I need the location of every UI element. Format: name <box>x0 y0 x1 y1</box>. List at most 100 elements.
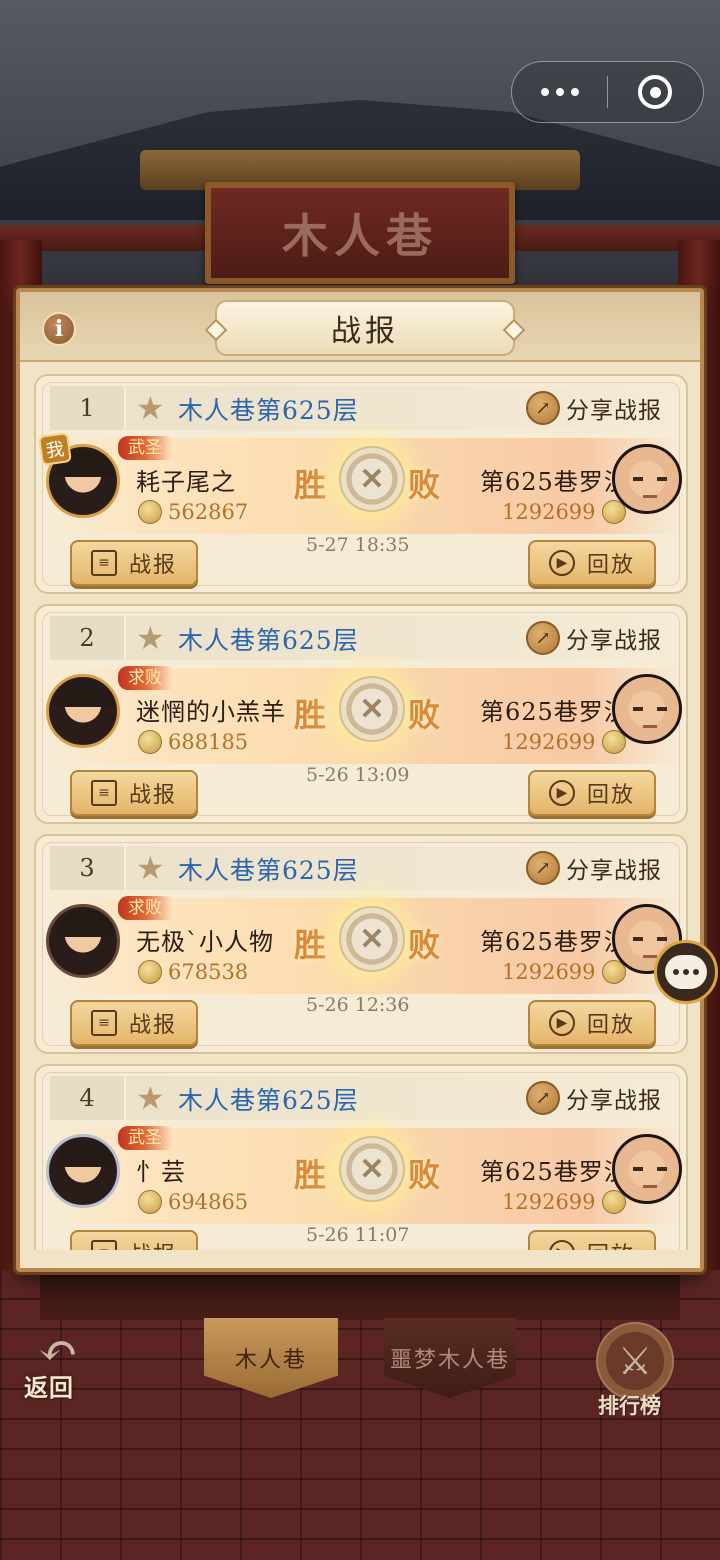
result-lose: 败 <box>408 926 441 964</box>
player-power: 678538 <box>138 960 248 984</box>
crossed-swords-icon: ✕ <box>339 446 405 512</box>
more-icon[interactable] <box>512 62 607 122</box>
list-icon: ≡ <box>90 1010 117 1036</box>
battle-time: 5-26 12:36 <box>306 994 410 1016</box>
battle-strip: 求败 无极`小人物 678538 胜 ✕ 败 第625巷罗汉 1292699 <box>46 896 682 994</box>
chat-icon <box>665 955 707 989</box>
result-lose: 败 <box>408 696 441 734</box>
location-sign: 木人巷 <box>205 182 515 284</box>
star-icon: ★ <box>136 619 165 657</box>
miniprogram-capsule <box>511 61 704 123</box>
record-rank: 4 <box>50 1076 126 1120</box>
battle-record-card: 1 ★ 木人巷第625层 ↗ 分享战报 我 武圣 耗子尾之 562867 胜 ✕ <box>34 374 688 594</box>
chat-bubble-button[interactable] <box>654 940 718 1004</box>
share-label: 分享战报 <box>566 858 662 884</box>
player-power: 694865 <box>138 1190 248 1214</box>
record-rank: 2 <box>50 616 126 660</box>
opponent-name: 第625巷罗汉 <box>480 698 629 726</box>
share-icon: ↗ <box>526 621 560 655</box>
panel-header: i 战报 <box>20 292 700 362</box>
info-icon[interactable]: i <box>42 312 76 346</box>
panel-title: 战报 <box>331 314 399 349</box>
tab-label: 噩梦木人巷 <box>389 1348 510 1373</box>
replay-label: 回放 <box>586 783 635 808</box>
replay-button[interactable]: ▶ 回放 <box>528 540 656 586</box>
me-badge: 我 <box>38 432 72 466</box>
report-button[interactable]: ≡ 战报 <box>70 1000 198 1046</box>
share-report-button[interactable]: ↗ 分享战报 <box>526 621 662 655</box>
back-button[interactable]: ↶ 返回 <box>22 1327 96 1402</box>
share-icon: ↗ <box>526 1081 560 1115</box>
result-win: 胜 <box>294 696 327 734</box>
close-target-icon[interactable] <box>608 62 703 122</box>
battle-record-card: 3 ★ 木人巷第625层 ↗ 分享战报 求败 无极`小人物 678538 胜 ✕… <box>34 834 688 1054</box>
player-power-value: 678538 <box>168 960 249 984</box>
opponent-name: 第625巷罗汉 <box>480 928 629 956</box>
report-label: 战报 <box>128 783 177 808</box>
title-banner: 战报 <box>215 300 515 356</box>
power-icon <box>138 500 162 524</box>
battle-time: 5-27 18:35 <box>306 534 410 556</box>
record-header: 4 ★ 木人巷第625层 ↗ 分享战报 <box>50 1076 672 1120</box>
battle-record-list[interactable]: 1 ★ 木人巷第625层 ↗ 分享战报 我 武圣 耗子尾之 562867 胜 ✕ <box>34 374 688 1250</box>
battle-time: 5-26 11:07 <box>306 1224 410 1246</box>
battle-strip: 求败 迷惘的小羔羊 688185 胜 ✕ 败 第625巷罗汉 1292699 <box>46 666 682 764</box>
player-avatar[interactable] <box>46 904 120 978</box>
play-icon: ▶ <box>548 1010 575 1036</box>
report-label: 战报 <box>128 553 177 578</box>
leaderboard-button[interactable]: ⚔ 排行榜 <box>594 1322 676 1418</box>
crossed-swords-icon: ⚔ <box>596 1322 674 1400</box>
play-icon: ▶ <box>548 780 575 806</box>
opponent-power-value: 1292699 <box>502 500 596 524</box>
record-rank: 3 <box>50 846 126 890</box>
replay-button[interactable]: ▶ 回放 <box>528 1230 656 1250</box>
replay-label: 回放 <box>586 1013 635 1038</box>
report-button[interactable]: ≡ 战报 <box>70 540 198 586</box>
play-icon: ▶ <box>548 550 575 576</box>
player-title-tag: 求败 <box>118 896 172 920</box>
result-win: 胜 <box>294 926 327 964</box>
opponent-power-value: 1292699 <box>502 1190 596 1214</box>
crossed-swords-icon: ✕ <box>339 1136 405 1202</box>
share-report-button[interactable]: ↗ 分享战报 <box>526 1081 662 1115</box>
share-label: 分享战报 <box>566 1088 662 1114</box>
player-name: 迷惘的小羔羊 <box>136 698 286 726</box>
player-power-value: 694865 <box>168 1190 249 1214</box>
battle-record-card: 4 ★ 木人巷第625层 ↗ 分享战报 武圣 忄芸 694865 胜 ✕ 败 第… <box>34 1064 688 1250</box>
opponent-name: 第625巷罗汉 <box>480 1158 629 1186</box>
floor-title: 木人巷第625层 <box>178 396 359 425</box>
list-icon: ≡ <box>90 1240 117 1250</box>
report-label: 战报 <box>128 1013 177 1038</box>
report-button[interactable]: ≡ 战报 <box>70 770 198 816</box>
report-label: 战报 <box>129 1237 177 1250</box>
record-header: 3 ★ 木人巷第625层 ↗ 分享战报 <box>50 846 672 890</box>
sign-title: 木人巷 <box>282 209 438 263</box>
player-name: 无极`小人物 <box>136 928 274 956</box>
player-avatar[interactable] <box>46 674 120 748</box>
player-power: 688185 <box>138 730 248 754</box>
record-rank: 1 <box>50 386 126 430</box>
star-icon: ★ <box>136 849 165 887</box>
result-lose: 败 <box>408 1156 441 1194</box>
replay-button[interactable]: ▶ 回放 <box>528 1000 656 1046</box>
star-icon: ★ <box>136 1079 165 1117</box>
power-icon <box>138 960 162 984</box>
tab-label: 木人巷 <box>234 1348 307 1373</box>
opponent-power: 1292699 <box>502 1190 626 1214</box>
battle-strip: 武圣 忄芸 694865 胜 ✕ 败 第625巷罗汉 1292699 <box>46 1126 682 1224</box>
player-avatar[interactable] <box>46 1134 120 1208</box>
replay-label: 回放 <box>586 553 635 578</box>
leaderboard-label: 排行榜 <box>598 1393 661 1418</box>
floor-title: 木人巷第625层 <box>178 626 359 655</box>
floor-title: 木人巷第625层 <box>178 1086 359 1115</box>
star-icon: ★ <box>136 389 165 427</box>
result-lose: 败 <box>408 466 441 504</box>
share-report-button[interactable]: ↗ 分享战报 <box>526 851 662 885</box>
record-header: 2 ★ 木人巷第625层 ↗ 分享战报 <box>50 616 672 660</box>
report-button[interactable]: ≡ 战报 <box>70 1230 198 1250</box>
share-report-button[interactable]: ↗ 分享战报 <box>526 391 662 425</box>
battle-report-panel: i 战报 1 ★ 木人巷第625层 ↗ 分享战报 我 武圣 耗子尾之 56286… <box>16 288 704 1272</box>
replay-button[interactable]: ▶ 回放 <box>528 770 656 816</box>
replay-label: 回放 <box>587 1237 635 1250</box>
battle-time: 5-26 13:09 <box>306 764 410 786</box>
